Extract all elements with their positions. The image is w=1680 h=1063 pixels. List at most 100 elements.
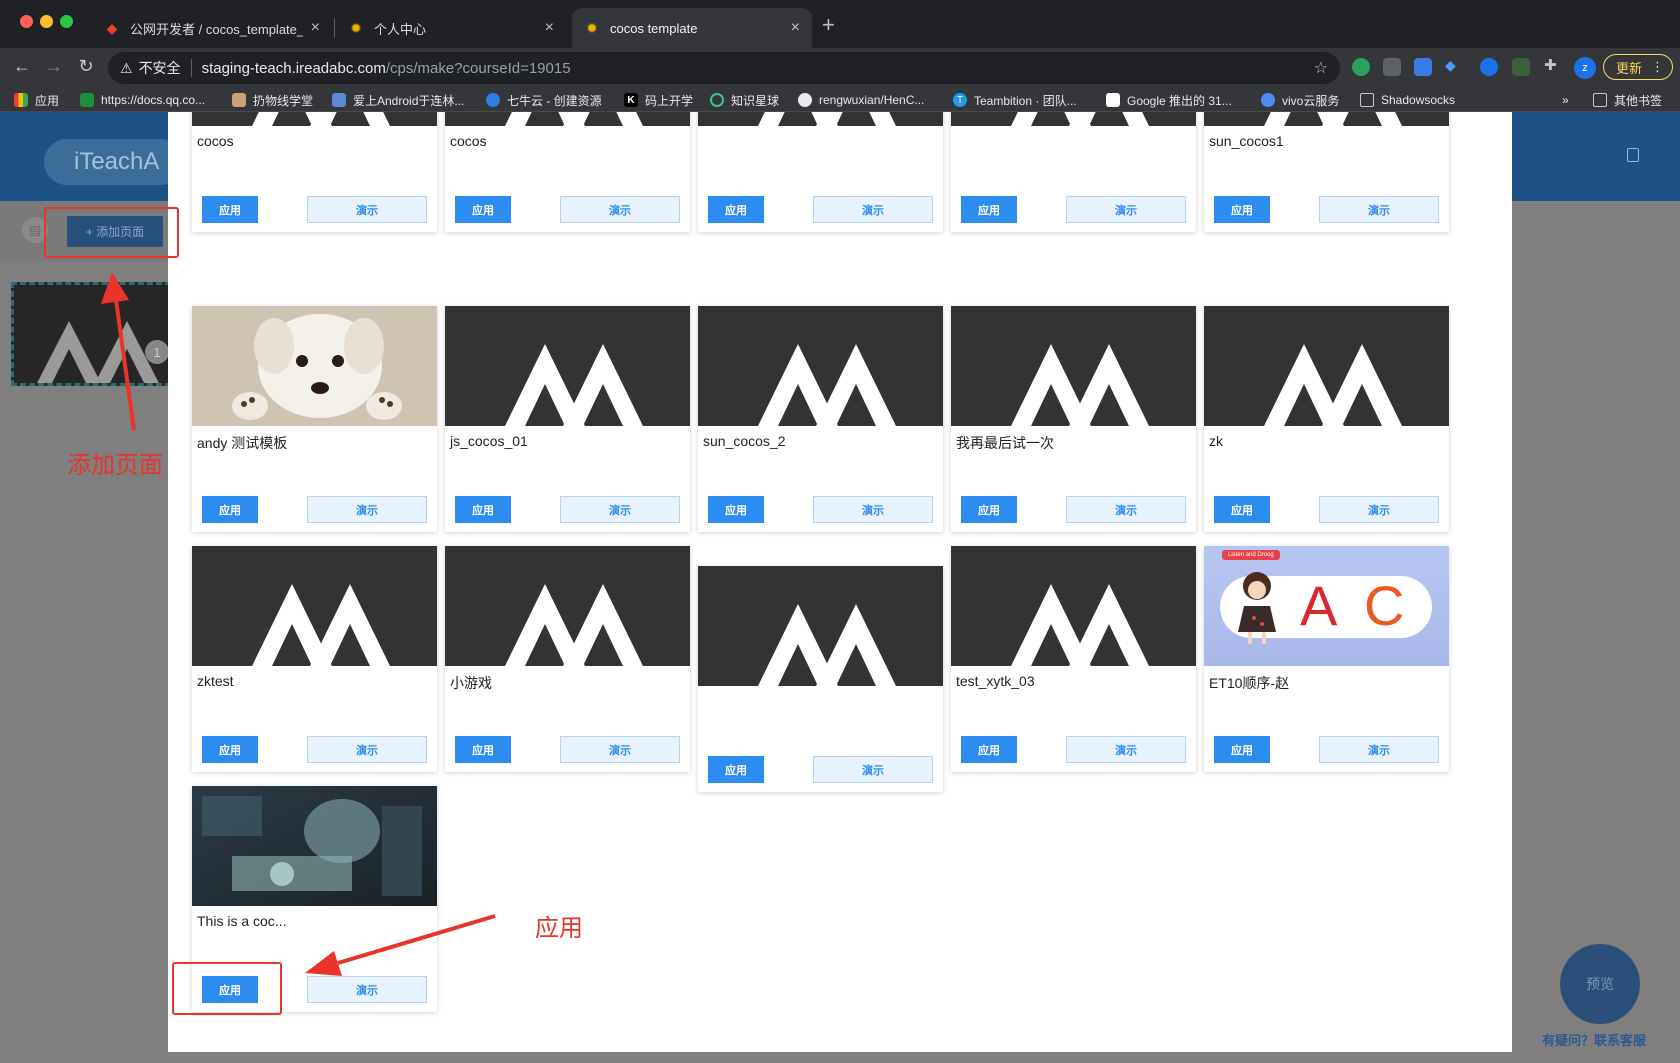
- bookmark-item[interactable]: 知识星球: [710, 91, 779, 109]
- bookmark-item[interactable]: https://docs.qq.co...: [80, 91, 205, 109]
- bookmark-label: 应用: [35, 93, 60, 108]
- apply-button[interactable]: 应用: [1214, 196, 1270, 223]
- puppy-photo: [192, 306, 437, 426]
- demo-button[interactable]: 演示: [1066, 496, 1186, 523]
- close-tab-icon[interactable]: ×: [791, 19, 800, 37]
- evernote-extension-icon[interactable]: [1352, 58, 1370, 76]
- demo-button[interactable]: 演示: [813, 496, 933, 523]
- apply-button[interactable]: 应用: [202, 196, 258, 223]
- browser-tab-active[interactable]: ✹ cocos template ×: [572, 8, 812, 48]
- apply-button[interactable]: 应用: [202, 496, 258, 523]
- browser-tab-bar: ◆ 公网开发者 / cocos_template_... × ✹ 个人中心 × …: [0, 0, 1680, 48]
- minimize-window-button[interactable]: [40, 15, 53, 28]
- profile-avatar[interactable]: z: [1574, 57, 1596, 79]
- demo-button[interactable]: 演示: [307, 196, 427, 223]
- template-thumbnail: [445, 112, 690, 126]
- demo-button[interactable]: 演示: [560, 196, 680, 223]
- abc-letter: A: [1300, 574, 1338, 637]
- close-tab-icon[interactable]: ×: [545, 19, 554, 37]
- apply-button[interactable]: 应用: [708, 756, 764, 783]
- template-card: sun_cocos1 应用 演示: [1204, 112, 1449, 232]
- template-card: zktest 应用 演示: [192, 546, 437, 772]
- browser-tab[interactable]: ◆ 公网开发者 / cocos_template_... ×: [92, 8, 332, 48]
- apply-button[interactable]: 应用: [961, 196, 1017, 223]
- reload-icon[interactable]: ↻: [74, 56, 98, 77]
- other-bookmarks[interactable]: 其他书签: [1593, 91, 1662, 109]
- update-button[interactable]: 更新 ⋮: [1603, 54, 1673, 80]
- apply-button[interactable]: 应用: [202, 736, 258, 763]
- panel-toggle-icon[interactable]: [1627, 148, 1639, 162]
- apply-button[interactable]: 应用: [455, 196, 511, 223]
- warning-icon[interactable]: ⚠: [120, 60, 133, 77]
- vpn-extension-icon[interactable]: [1512, 58, 1530, 76]
- demo-button[interactable]: 演示: [1066, 196, 1186, 223]
- bookmark-star-icon[interactable]: ☆: [1314, 58, 1328, 78]
- bookmark-label: https://docs.qq.co...: [101, 93, 206, 107]
- bookmark-item[interactable]: vivo云服务: [1261, 91, 1339, 109]
- template-card: 应用 演示: [698, 566, 943, 792]
- apply-button[interactable]: 应用: [708, 496, 764, 523]
- cocos-logo-icon: [37, 321, 159, 383]
- apply-button[interactable]: 应用: [1214, 736, 1270, 763]
- close-tab-icon[interactable]: ×: [311, 19, 320, 37]
- apply-button[interactable]: 应用: [961, 496, 1017, 523]
- slide-thumbnail[interactable]: [11, 282, 171, 386]
- bookmark-item[interactable]: 扔物线学堂: [232, 91, 313, 109]
- contact-support-link[interactable]: 有疑问？联系客服: [1542, 1030, 1646, 1049]
- cocos-logo-icon: [505, 112, 643, 126]
- bookmark-item[interactable]: 爱上Android于连林...: [332, 91, 464, 109]
- bookmark-item[interactable]: 七牛云 - 创建资源: [486, 91, 602, 109]
- bookmark-item[interactable]: K 码上开学: [624, 91, 693, 109]
- demo-button[interactable]: 演示: [1319, 496, 1439, 523]
- demo-button[interactable]: 演示: [813, 756, 933, 783]
- template-card: 应用 演示: [698, 112, 943, 232]
- url-path: /cps/make?courseId=19015: [385, 59, 571, 77]
- folder-icon: [1360, 93, 1374, 107]
- template-card: sun_cocos_2 应用 演示: [698, 306, 943, 532]
- demo-button[interactable]: 演示: [560, 496, 680, 523]
- apply-button[interactable]: 应用: [961, 736, 1017, 763]
- security-label[interactable]: 不安全: [139, 58, 181, 78]
- demo-button[interactable]: 演示: [1319, 196, 1439, 223]
- github-icon: [798, 93, 812, 107]
- diamond-extension-icon[interactable]: ◆: [1445, 57, 1463, 75]
- cocos-logo-icon: [505, 344, 643, 426]
- template-card: zk 应用 演示: [1204, 306, 1449, 532]
- bookmarks-overflow-button[interactable]: »: [1562, 91, 1569, 109]
- bookmark-item[interactable]: rengwuxian/HenC...: [798, 91, 924, 109]
- download-extension-icon[interactable]: [1414, 58, 1432, 76]
- address-bar[interactable]: ⚠ 不安全 staging-teach.ireadabc.com /cps/ma…: [108, 52, 1340, 84]
- search-extension-icon[interactable]: [1480, 58, 1498, 76]
- browser-tab[interactable]: ✹ 个人中心 ×: [336, 8, 566, 48]
- bookmark-apps[interactable]: 应用: [14, 91, 59, 109]
- preview-button[interactable]: 预览: [1560, 944, 1640, 1024]
- demo-button[interactable]: 演示: [307, 736, 427, 763]
- template-card: js_cocos_01 应用 演示: [445, 306, 690, 532]
- demo-button[interactable]: 演示: [560, 736, 680, 763]
- demo-button[interactable]: 演示: [307, 976, 427, 1003]
- demo-button[interactable]: 演示: [1319, 736, 1439, 763]
- bookmark-item[interactable]: T Teambition · 团队...: [953, 91, 1077, 109]
- bookmark-item[interactable]: Shadowsocks: [1360, 91, 1455, 109]
- template-card: Listen and Droog A C ET10顺序-赵 应用 演示: [1204, 546, 1449, 772]
- template-card: test_xytk_03 应用 演示: [951, 546, 1196, 772]
- bookmark-item[interactable]: Google 推出的 31...: [1106, 91, 1232, 109]
- template-name: cocos: [450, 133, 487, 149]
- apply-button[interactable]: 应用: [708, 196, 764, 223]
- close-window-button[interactable]: [20, 15, 33, 28]
- apply-button[interactable]: 应用: [1214, 496, 1270, 523]
- apply-button[interactable]: 应用: [455, 736, 511, 763]
- demo-button[interactable]: 演示: [307, 496, 427, 523]
- back-icon[interactable]: ←: [10, 56, 34, 77]
- update-label: 更新: [1616, 60, 1643, 76]
- apply-button[interactable]: 应用: [455, 496, 511, 523]
- zoom-window-button[interactable]: [60, 15, 73, 28]
- forward-icon[interactable]: →: [42, 56, 66, 77]
- shield-extension-icon[interactable]: [1383, 58, 1401, 76]
- puzzle-extensions-icon[interactable]: ✚: [1544, 56, 1562, 74]
- demo-button[interactable]: 演示: [1066, 736, 1186, 763]
- new-tab-icon[interactable]: +: [822, 14, 835, 36]
- demo-button[interactable]: 演示: [813, 196, 933, 223]
- template-name: zktest: [197, 673, 234, 689]
- more-menu-icon[interactable]: ⋮: [1651, 59, 1664, 75]
